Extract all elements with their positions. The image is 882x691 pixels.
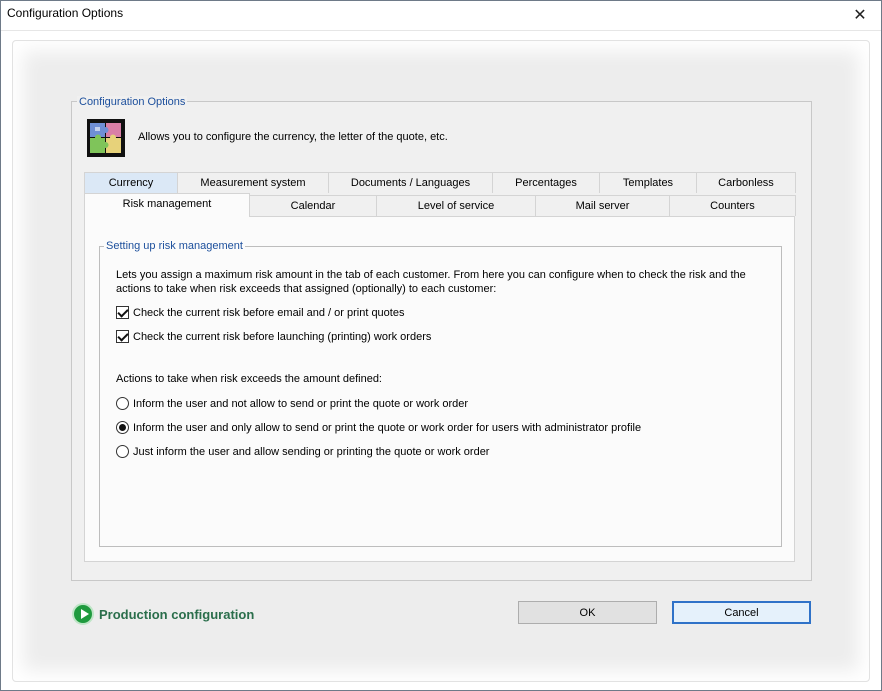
- tab-currency[interactable]: Currency: [84, 172, 178, 193]
- check-risk-quotes-label: Check the current risk before email and …: [133, 306, 405, 319]
- option-inform-admin-only-label: Inform the user and only allow to send o…: [133, 421, 642, 434]
- tab-risk-management[interactable]: Risk management: [84, 193, 250, 217]
- option-just-inform-row[interactable]: Just inform the user and allow sending o…: [116, 445, 489, 458]
- ok-button[interactable]: OK: [518, 601, 657, 624]
- check-risk-quotes-row[interactable]: Check the current risk before email and …: [116, 306, 404, 319]
- check-risk-quotes-checkbox[interactable]: [116, 306, 129, 319]
- production-configuration-label: Production configuration: [99, 606, 255, 622]
- option-just-inform-label: Just inform the user and allow sending o…: [133, 445, 490, 458]
- tab-carbonless[interactable]: Carbonless: [696, 172, 796, 193]
- configuration-description: Allows you to configure the currency, th…: [138, 131, 448, 143]
- option-inform-not-allow-label: Inform the user and not allow to send or…: [133, 397, 469, 410]
- tab-strip: Currency Measurement system Documents / …: [84, 172, 796, 217]
- tab-mail-server[interactable]: Mail server: [535, 195, 670, 216]
- tab-measurement-system[interactable]: Measurement system: [177, 172, 329, 193]
- tab-counters[interactable]: Counters: [669, 195, 796, 216]
- cancel-button[interactable]: Cancel: [672, 601, 811, 624]
- tab-level-of-service[interactable]: Level of service: [376, 195, 536, 216]
- check-risk-work-orders-checkbox[interactable]: [116, 330, 129, 343]
- title-bar: Configuration Options ✕: [0, 0, 882, 31]
- option-just-inform-radio[interactable]: [116, 445, 129, 458]
- close-icon[interactable]: ✕: [838, 0, 882, 30]
- option-inform-not-allow-radio[interactable]: [116, 397, 129, 410]
- play-icon: [72, 603, 94, 625]
- risk-intro-text: Lets you assign a maximum risk amount in…: [116, 269, 746, 295]
- tab-templates[interactable]: Templates: [599, 172, 697, 193]
- option-inform-admin-only-radio[interactable]: [116, 421, 129, 434]
- risk-management-legend: Setting up risk management: [104, 240, 245, 252]
- window-title: Configuration Options: [7, 6, 124, 20]
- check-risk-work-orders-row[interactable]: Check the current risk before launching …: [116, 330, 431, 343]
- tab-calendar[interactable]: Calendar: [249, 195, 377, 216]
- tab-documents-languages[interactable]: Documents / Languages: [328, 172, 493, 193]
- option-inform-not-allow-row[interactable]: Inform the user and not allow to send or…: [116, 397, 468, 410]
- configuration-group-legend: Configuration Options: [77, 96, 188, 108]
- check-risk-work-orders-label: Check the current risk before launching …: [133, 330, 432, 343]
- actions-heading: Actions to take when risk exceeds the am…: [116, 373, 382, 385]
- puzzle-icon: [87, 119, 125, 157]
- option-inform-admin-only-row[interactable]: Inform the user and only allow to send o…: [116, 421, 641, 434]
- tab-percentages[interactable]: Percentages: [492, 172, 600, 193]
- production-configuration-link[interactable]: Production configuration: [72, 603, 254, 625]
